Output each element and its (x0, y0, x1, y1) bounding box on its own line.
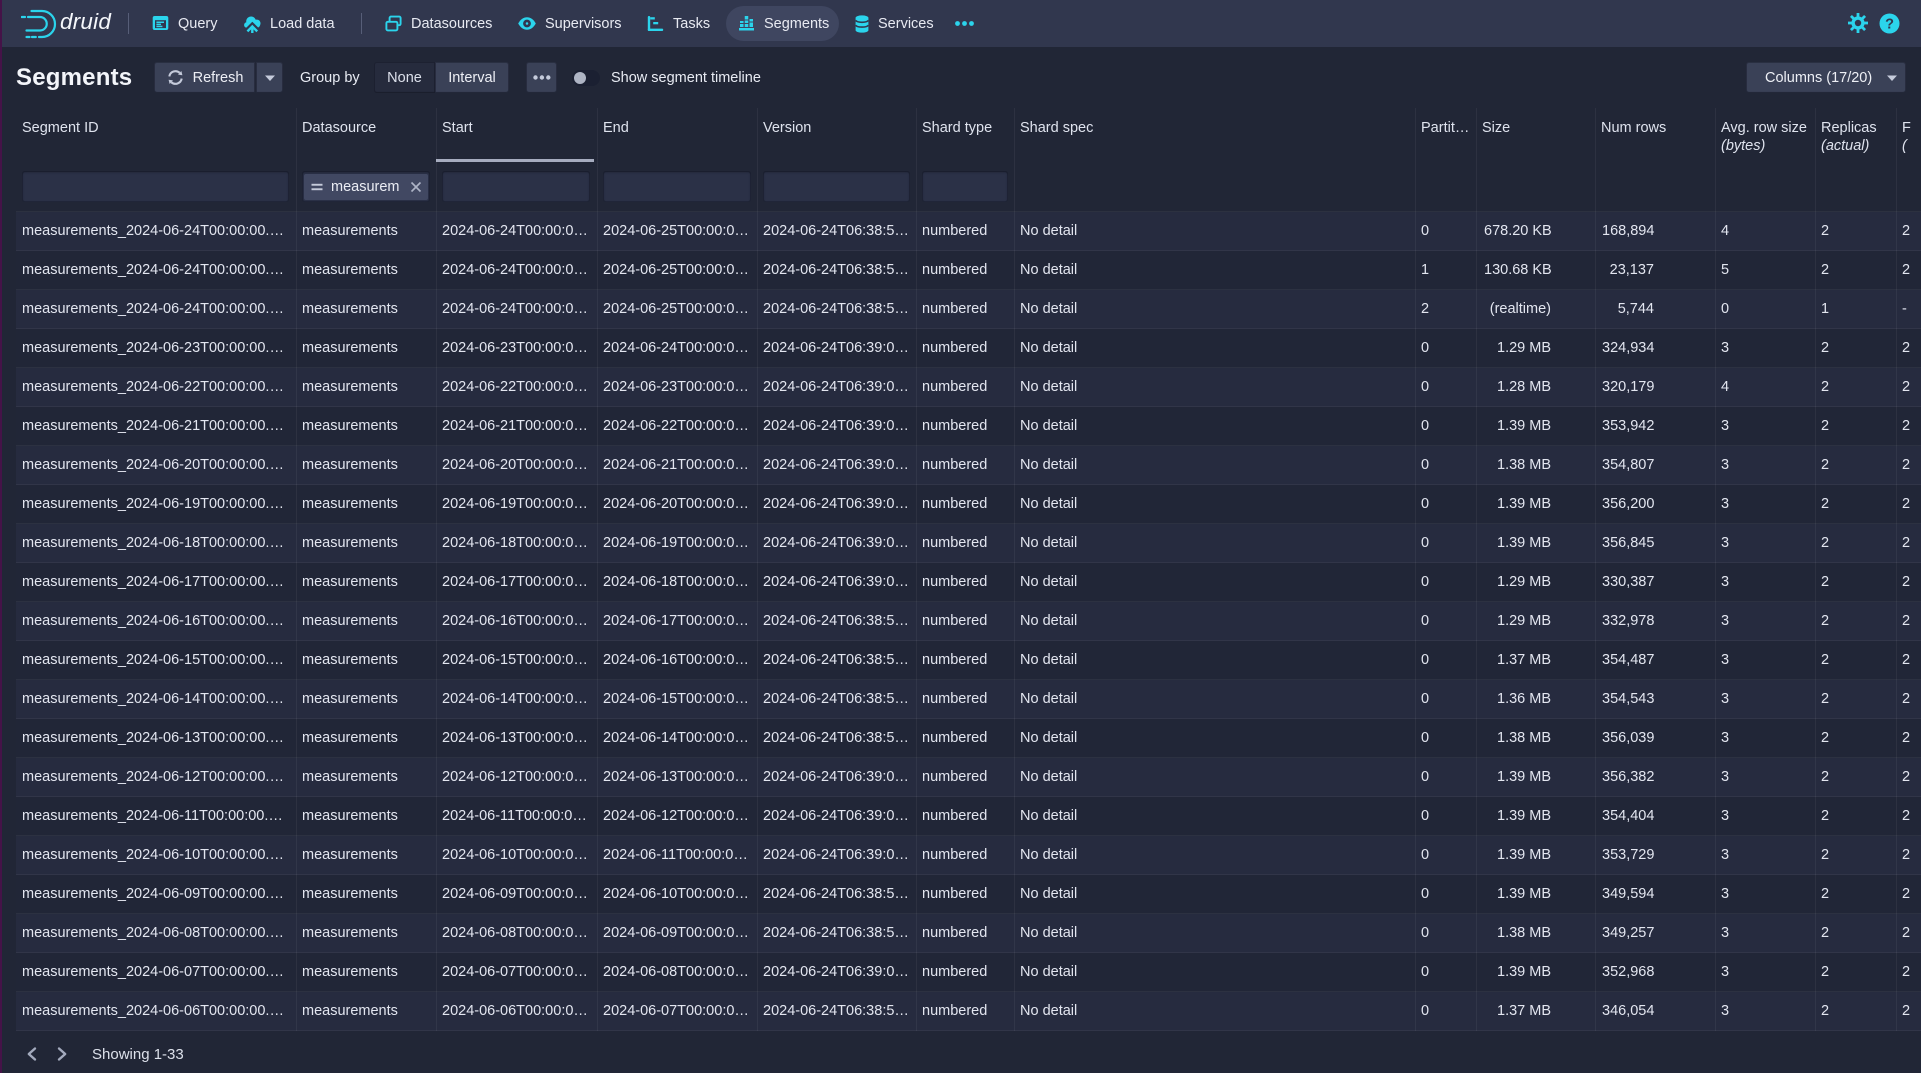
svg-text:?: ? (1885, 16, 1894, 32)
